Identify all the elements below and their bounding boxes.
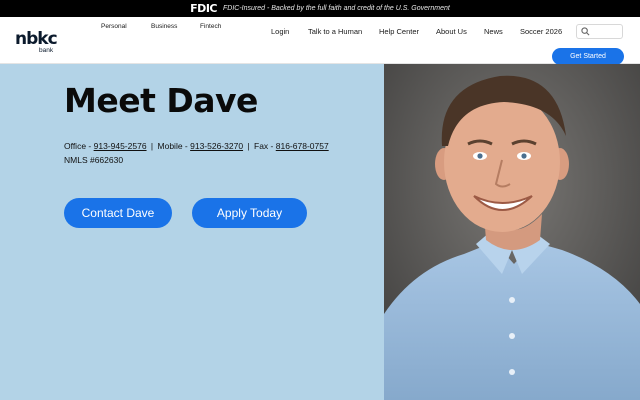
mobile-label: Mobile -	[157, 141, 191, 151]
office-phone-link[interactable]: 913-945-2576	[94, 141, 147, 151]
portrait-image	[384, 64, 640, 400]
search-icon	[581, 27, 590, 36]
contact-numbers: Office - 913-945-2576 | Mobile - 913-526…	[64, 141, 329, 151]
nav-personal[interactable]: Personal	[101, 23, 127, 30]
get-started-button[interactable]: Get Started	[552, 48, 624, 65]
fdic-banner: FDIC FDIC-Insured - Backed by the full f…	[0, 0, 640, 17]
contact-dave-button[interactable]: Contact Dave	[64, 198, 172, 228]
logo-subtitle: bank	[39, 47, 54, 54]
mobile-phone-link[interactable]: 913-526-3270	[190, 141, 243, 151]
divider: |	[247, 141, 250, 151]
fdic-logo: FDIC	[190, 2, 217, 15]
nmls-number: NMLS #662630	[64, 155, 124, 165]
nav-news[interactable]: News	[484, 27, 503, 36]
nav-about-us[interactable]: About Us	[436, 27, 467, 36]
apply-today-button[interactable]: Apply Today	[192, 198, 307, 228]
fax-label: Fax -	[254, 141, 276, 151]
nav-soccer-2026[interactable]: Soccer 2026	[520, 27, 562, 36]
nbkc-logo[interactable]: nbkc bank	[15, 31, 61, 57]
search-input[interactable]	[576, 24, 623, 39]
nav-talk-to-human[interactable]: Talk to a Human	[308, 27, 362, 36]
logo-wordmark: nbkc	[15, 29, 58, 49]
nav-business[interactable]: Business	[151, 23, 177, 30]
nav-login[interactable]: Login	[271, 27, 289, 36]
divider: |	[150, 141, 154, 151]
office-label: Office -	[64, 141, 94, 151]
site-header: nbkc bank Personal Business Fintech Logi…	[0, 17, 640, 65]
fax-number-link[interactable]: 816-678-0757	[276, 141, 329, 151]
nav-help-center[interactable]: Help Center	[379, 27, 419, 36]
advisor-photo	[384, 64, 640, 400]
page-title: Meet Dave	[64, 81, 258, 120]
nav-fintech[interactable]: Fintech	[200, 23, 221, 30]
fdic-disclaimer: FDIC-Insured - Backed by the full faith …	[222, 5, 450, 12]
